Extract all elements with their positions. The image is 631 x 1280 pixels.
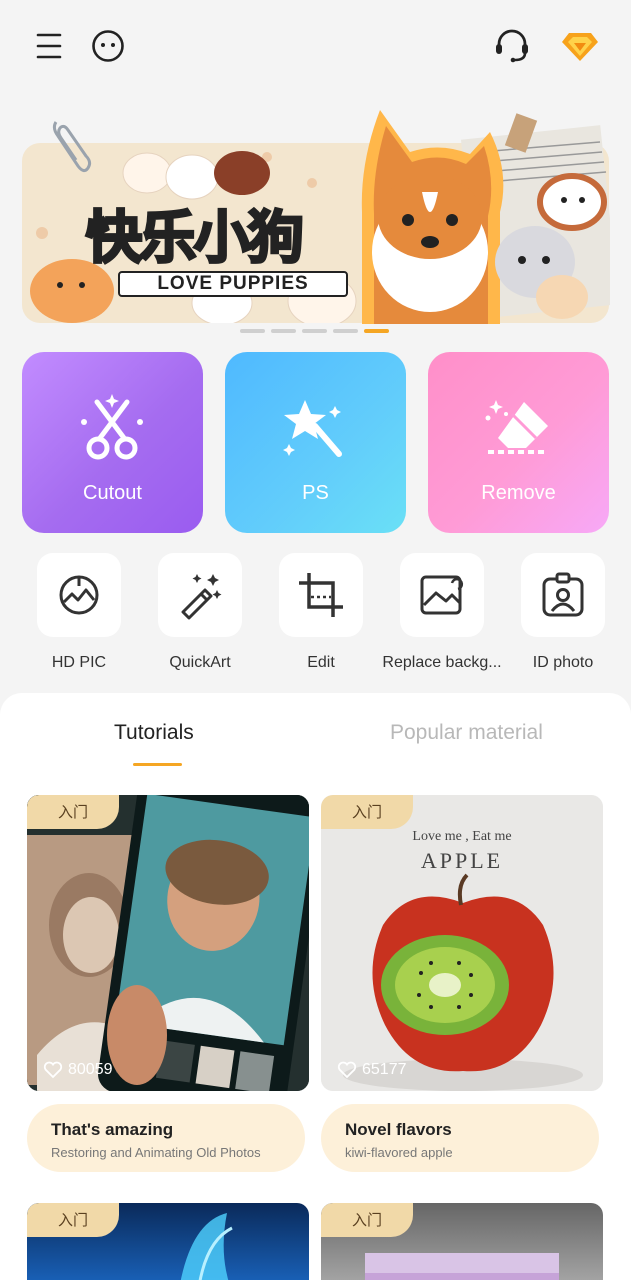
tool-label: Edit <box>307 654 335 671</box>
tool-edit[interactable]: Edit <box>261 553 381 672</box>
ps-tile[interactable]: PS <box>225 352 406 533</box>
pagination-dot-active[interactable] <box>364 329 389 333</box>
image-replace-icon <box>420 575 464 615</box>
card-image-caption: Love me , Eat me <box>412 829 512 844</box>
banner-title-cn: 快乐小狗 <box>85 205 306 273</box>
menu-icon[interactable] <box>29 26 69 66</box>
crop-icon <box>299 573 343 617</box>
quickart-button[interactable] <box>158 553 242 637</box>
tab-tutorials[interactable]: Tutorials <box>114 721 194 745</box>
paperclip-icon <box>52 121 92 173</box>
id-photo-button[interactable] <box>521 553 605 637</box>
edit-button[interactable] <box>279 553 363 637</box>
tutorial-info[interactable]: Novel flavors kiwi-flavored apple <box>321 1104 599 1172</box>
replace-background-button[interactable] <box>400 553 484 637</box>
heart-icon <box>43 1061 63 1079</box>
scissors-icon <box>81 394 143 460</box>
tutorial-title: Novel flavors <box>345 1120 452 1139</box>
difficulty-badge: 入门 <box>27 1203 119 1237</box>
tutorial-info[interactable]: That's amazing Restoring and Animating O… <box>27 1104 305 1172</box>
tutorial-card-image <box>27 795 309 1091</box>
tool-label: Replace backg... <box>382 654 502 671</box>
tutorial-card[interactable]: 入门 80059 <box>27 795 309 1091</box>
tool-hd-pic[interactable]: HD PIC <box>19 553 139 672</box>
tool-quickart[interactable]: QuickArt <box>140 553 260 672</box>
pagination-dot[interactable] <box>333 329 358 333</box>
tool-label: QuickArt <box>169 654 231 671</box>
tool-replace-background[interactable]: Replace backg... <box>382 553 502 672</box>
eraser-icon <box>485 400 548 454</box>
pagination-dot[interactable] <box>271 329 296 333</box>
banner-pagination <box>240 329 389 333</box>
active-tab-indicator <box>133 763 182 766</box>
pagination-dot[interactable] <box>240 329 265 333</box>
cutout-tile[interactable]: Cutout <box>22 352 203 533</box>
difficulty-badge: 入门 <box>321 1203 413 1237</box>
headset-icon[interactable] <box>492 26 532 66</box>
tool-label: HD PIC <box>51 654 107 671</box>
pagination-dot[interactable] <box>302 329 327 333</box>
tutorial-subtitle: kiwi-flavored apple <box>345 1145 453 1160</box>
heart-icon <box>337 1061 357 1079</box>
cutout-label: Cutout <box>83 482 142 504</box>
top-bar <box>0 0 631 90</box>
tool-id-photo[interactable]: ID photo <box>503 553 623 672</box>
likes-value: 80059 <box>68 1061 113 1078</box>
magic-sparkle-icon <box>181 574 222 620</box>
diamond-icon[interactable] <box>560 26 600 66</box>
tab-popular-material[interactable]: Popular material <box>390 721 543 745</box>
likes-value: 65177 <box>362 1061 407 1078</box>
remove-label: Remove <box>481 482 556 504</box>
tutorial-subtitle: Restoring and Animating Old Photos <box>51 1145 261 1160</box>
tutorial-title: That's amazing <box>51 1120 174 1139</box>
remove-tile[interactable]: Remove <box>428 352 609 533</box>
likes-count: 80059 <box>43 1061 113 1079</box>
banner-title: 快乐小狗 LOVE PUPPIES <box>78 187 368 297</box>
tutorial-card[interactable]: 入门 <box>27 1203 309 1280</box>
card-image-title: APPLE <box>420 848 504 873</box>
emoji-face-icon[interactable] <box>88 26 128 66</box>
id-photo-icon <box>542 572 584 617</box>
difficulty-badge: 入门 <box>321 795 413 829</box>
hd-pic-icon <box>59 575 99 615</box>
tutorial-card[interactable]: Love me , Eat me APPLE 入门 65177 <box>321 795 603 1091</box>
likes-count: 65177 <box>337 1061 407 1079</box>
banner-corgi-image <box>361 110 610 324</box>
difficulty-badge: 入门 <box>27 795 119 829</box>
tutorial-card[interactable]: 入门 <box>321 1203 603 1280</box>
tool-label: ID photo <box>532 654 594 671</box>
banner-title-en: LOVE PUPPIES <box>118 271 348 297</box>
magic-wand-icon <box>283 400 342 457</box>
ps-label: PS <box>302 482 329 504</box>
hd-pic-button[interactable] <box>37 553 121 637</box>
